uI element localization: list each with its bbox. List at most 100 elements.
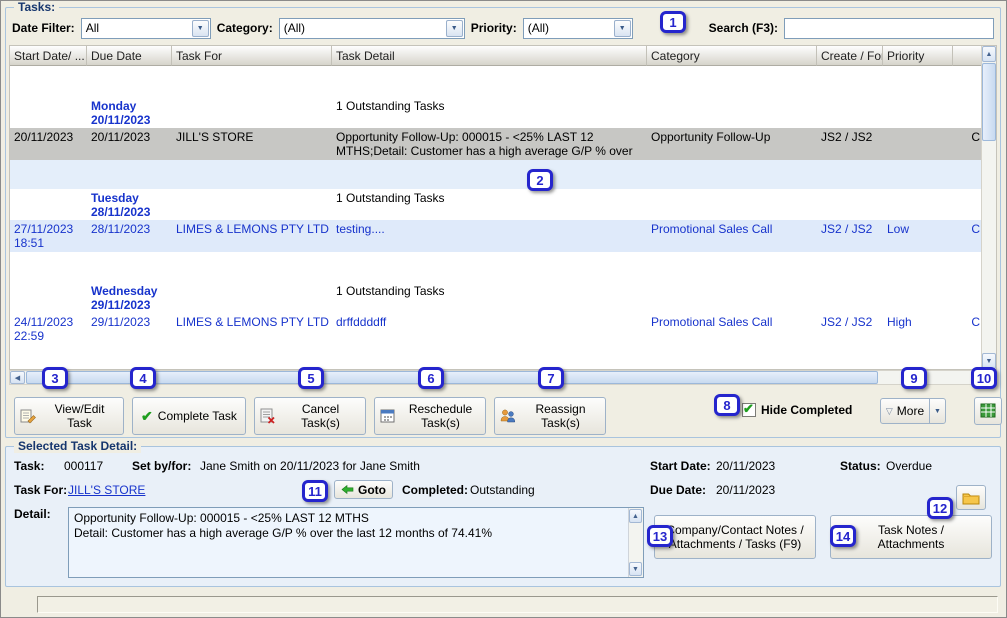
company-contact-notes-button[interactable]: Company/Contact Notes / Attachments / Ta… [654,515,816,559]
group-day: Monday [91,99,170,113]
complete-task-button[interactable]: ✔ Complete Task [132,397,246,435]
grid-header: Start Date/ ... Due Date Task For Task D… [10,46,983,66]
column-header-due-date[interactable]: Due Date [87,46,172,66]
priority-filter-select[interactable]: (All) ▼ [523,18,633,39]
detail-textarea[interactable]: Opportunity Follow-Up: 000015 - <25% LAS… [68,507,644,578]
group-date: 20/11/2023 [91,113,170,127]
search-label: Search (F3): [709,21,778,35]
priority-cell: Low [883,220,953,252]
group-date-cell: Tuesday 28/11/2023 [87,189,172,220]
grid-spacer-row [10,66,983,97]
view-edit-task-button[interactable]: View/Edit Task [14,397,124,435]
clipped-cell: C [953,128,983,160]
set-by-value: Jane Smith on 20/11/2023 for Jane Smith [200,459,420,473]
group-date: 29/11/2023 [91,298,170,312]
column-header-create-for[interactable]: Create / For [817,46,883,66]
export-grid-button[interactable] [974,397,1002,425]
chevron-down-icon[interactable]: ▼ [192,20,209,37]
status-value: Overdue [886,459,932,473]
start-date-cell: 20/11/2023 [10,128,87,160]
detail-scrollbar[interactable]: ▲ ▼ [628,508,643,577]
annotation-14: 14 [830,525,856,547]
date-filter-select[interactable]: All ▼ [81,18,211,39]
cancel-document-icon [260,408,276,424]
task-number: 000117 [64,459,103,473]
filter-bar: Date Filter: All ▼ Category: (All) ▼ Pri… [12,16,994,40]
more-dropdown-button[interactable]: ▼ [929,398,946,424]
category-cell: Promotional Sales Call [647,220,817,252]
due-date-cell: 29/11/2023 [87,313,172,345]
reschedule-task-button[interactable]: Reschedule Task(s) [374,397,486,435]
category-filter-label: Category: [217,21,273,35]
more-button[interactable]: ▽ More [880,398,930,424]
goto-label: Goto [358,483,386,497]
reschedule-task-label: Reschedule Task(s) [401,402,480,430]
priority-filter-value: (All) [524,21,613,35]
hide-completed-label: Hide Completed [761,403,852,417]
group-summary: 1 Outstanding Tasks [332,282,647,313]
start-time: 18:51 [14,236,85,250]
check-icon: ✔ [743,401,754,417]
priority-filter-label: Priority: [471,21,517,35]
chevron-down-icon[interactable]: ▼ [614,20,631,37]
annotation-5: 5 [298,367,324,389]
annotation-8: 8 [714,394,740,416]
annotation-4: 4 [130,367,156,389]
task-detail-cell: Opportunity Follow-Up: 000015 - <25% LAS… [332,128,647,160]
cancel-task-button[interactable]: Cancel Task(s) [254,397,366,435]
task-row[interactable]: 27/11/2023 18:51 28/11/2023 LIMES & LEMO… [10,220,983,252]
empty-cell [10,189,87,220]
grid-spacer-row [10,252,983,282]
calendar-icon [380,408,396,424]
empty-cell [172,189,332,220]
column-header-category[interactable]: Category [647,46,817,66]
checkbox-box[interactable]: ✔ [742,403,756,417]
task-for-label: Task For: [14,483,67,497]
scroll-down-icon[interactable]: ▼ [629,562,642,576]
hide-completed-checkbox[interactable]: ✔ Hide Completed [742,402,852,418]
selected-task-detail-panel: Selected Task Detail: Task: 000117 Set b… [5,446,1001,587]
task-row-selected[interactable]: 20/11/2023 20/11/2023 JILL'S STORE Oppor… [10,128,983,160]
start-date-value: 20/11/2023 [716,459,775,473]
task-row[interactable]: 24/11/2023 22:59 29/11/2023 LIMES & LEMO… [10,313,983,345]
annotation-1: 1 [660,11,686,33]
tasks-window: Tasks: Date Filter: All ▼ Category: (All… [0,0,1007,618]
search-input[interactable] [784,18,994,39]
open-folder-button[interactable] [956,485,986,510]
status-label: Status: [840,459,881,473]
column-header-start-date[interactable]: Start Date/ ... [10,46,87,66]
clipped-cell: C [953,220,983,252]
group-summary: 1 Outstanding Tasks [332,97,647,128]
scrollbar-thumb[interactable] [982,63,996,141]
group-summary: 1 Outstanding Tasks [332,189,647,220]
task-for-link[interactable]: JILL'S STORE [68,483,145,497]
column-header-task-detail[interactable]: Task Detail [332,46,647,66]
column-header-priority[interactable]: Priority [883,46,953,66]
selected-task-detail-title: Selected Task Detail: [14,439,141,453]
start-date: 24/11/2023 [14,315,85,329]
detail-label: Detail: [14,507,51,521]
scroll-left-icon[interactable]: ◀ [10,371,25,384]
vertical-scrollbar[interactable]: ▲ ▼ [981,46,996,369]
detail-line-1: Opportunity Follow-Up: 000015 - <25% LAS… [74,511,623,526]
task-label: Task: [14,459,44,473]
annotation-9: 9 [901,367,927,389]
group-row-tuesday: Tuesday 28/11/2023 1 Outstanding Tasks [10,189,983,220]
tasks-panel-title: Tasks: [14,0,59,14]
task-detail-cell: drffddddff [332,313,647,345]
horizontal-scrollbar[interactable]: ◀ ▶ [9,370,997,385]
completed-label: Completed: [402,483,468,497]
scroll-up-icon[interactable]: ▲ [982,46,996,62]
start-time: 22:59 [14,329,85,343]
category-filter-select[interactable]: (All) ▼ [279,18,465,39]
completed-value: Outstanding [470,483,535,497]
column-header-clipped[interactable] [953,46,983,66]
cancel-task-label: Cancel Task(s) [281,402,360,430]
annotation-10: 10 [971,367,997,389]
chevron-down-icon[interactable]: ▼ [446,20,463,37]
scroll-up-icon[interactable]: ▲ [629,509,642,523]
chevron-glyph: ▼ [619,25,626,32]
column-header-task-for[interactable]: Task For [172,46,332,66]
reassign-task-button[interactable]: Reassign Task(s) [494,397,606,435]
goto-button[interactable]: Goto [334,480,393,499]
